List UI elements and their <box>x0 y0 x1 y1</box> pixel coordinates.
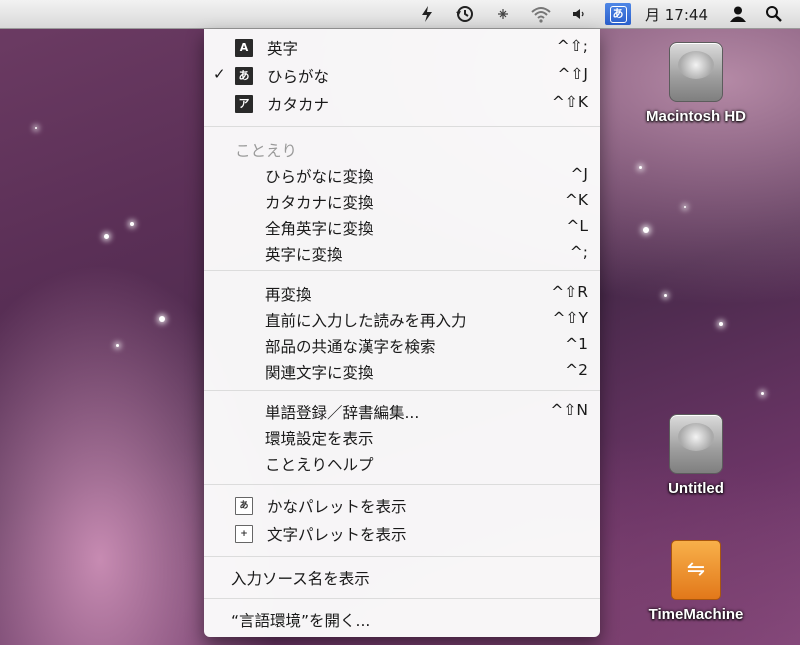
menu-item-label: ひらがなに変換 <box>265 168 374 186</box>
hiragana-mode-icon: あ <box>235 67 253 85</box>
menu-item-label: ことえりヘルプ <box>265 456 374 474</box>
katakana-mode-icon: ア <box>235 95 253 113</box>
wallpaper-star <box>35 127 37 129</box>
menu-item-shortcut: ^; <box>569 243 588 261</box>
menu-separator <box>204 390 600 391</box>
wallpaper-star <box>639 166 642 169</box>
menu-item-shortcut: ^1 <box>565 335 588 353</box>
menu-item-label: かなパレットを表示 <box>267 498 407 516</box>
menu-item-shortcut: ^K <box>564 191 588 209</box>
wallpaper-star <box>643 227 649 233</box>
wallpaper-star <box>130 222 134 226</box>
menu-item-convert-eiji[interactable]: 英字に変換 ^; <box>204 240 600 266</box>
menu-item-word-register[interactable]: 単語登録／辞書編集... ^⇧N <box>204 398 600 424</box>
hard-drive-icon <box>669 414 723 474</box>
menubar-clock[interactable]: 月 17:44 <box>645 4 708 25</box>
desktop-icon-untitled[interactable]: Untitled <box>631 414 761 497</box>
menu-item-character-palette[interactable]: + 文字パレットを表示 <box>204 520 600 546</box>
wallpaper-star <box>159 316 165 322</box>
menu-item-label: 英字 <box>267 40 299 58</box>
menu-item-label: カタカナに変換 <box>265 194 374 212</box>
menu-item-search-kanji-parts[interactable]: 部品の共通な漢字を検索 ^1 <box>204 332 600 358</box>
volume-icon[interactable] <box>565 3 593 25</box>
menu-item-label: “言語環境”を開く... <box>231 612 371 630</box>
menu-item-kana-palette[interactable]: あ かなパレットを表示 <box>204 492 600 518</box>
menu-item-katakana[interactable]: ア カタカナ ^⇧K <box>204 90 600 116</box>
menu-section-title: ことえり <box>204 136 600 162</box>
character-palette-icon: + <box>235 525 253 543</box>
menu-item-shortcut: ^⇧J <box>557 65 588 83</box>
menu-item-convert-zenkaku-eiji[interactable]: 全角英字に変換 ^L <box>204 214 600 240</box>
wallpaper-star <box>761 392 764 395</box>
wallpaper-star <box>664 294 667 297</box>
usb-drive-icon: ⇋ <box>671 540 721 600</box>
menu-item-shortcut: ^⇧Y <box>552 309 588 327</box>
menu-item-open-language-prefs[interactable]: “言語環境”を開く... <box>204 606 600 632</box>
checkmark-icon: ✓ <box>213 65 226 83</box>
menu-item-label: 部品の共通な漢字を検索 <box>265 338 436 356</box>
wallpaper-star <box>116 344 119 347</box>
wallpaper-star <box>684 206 686 208</box>
menu-separator <box>204 270 600 271</box>
menu-item-related-chars[interactable]: 関連文字に変換 ^2 <box>204 358 600 384</box>
menu-item-label: 英字に変換 <box>265 246 343 264</box>
menu-item-label: カタカナ <box>267 96 330 114</box>
menu-item-reconvert[interactable]: 再変換 ^⇧R <box>204 280 600 306</box>
menu-item-shortcut: ^2 <box>565 361 588 379</box>
menu-item-shortcut: ^J <box>570 165 588 183</box>
input-method-icon: あ <box>609 5 627 23</box>
menu-separator <box>204 598 600 599</box>
menu-item-label: 関連文字に変換 <box>265 364 374 382</box>
menu-item-convert-katakana[interactable]: カタカナに変換 ^K <box>204 188 600 214</box>
desktop-icon-timemachine[interactable]: ⇋ TimeMachine <box>631 540 761 623</box>
wifi-icon[interactable] <box>527 3 555 25</box>
menu-item-reinput-reading[interactable]: 直前に入力した読みを再入力 ^⇧Y <box>204 306 600 332</box>
hard-drive-icon <box>669 42 723 102</box>
menu-item-kotoeri-help[interactable]: ことえりヘルプ <box>204 450 600 476</box>
menu-item-shortcut: ^⇧K <box>551 93 588 111</box>
menu-item-show-source-name[interactable]: 入力ソース名を表示 <box>204 564 600 590</box>
eiji-mode-icon: A <box>235 39 253 57</box>
menu-item-label: 全角英字に変換 <box>265 220 374 238</box>
menu-item-shortcut: ^⇧; <box>556 37 588 55</box>
time-machine-icon[interactable] <box>451 3 479 25</box>
menu-item-label: 単語登録／辞書編集... <box>265 404 420 422</box>
menu-item-label: 入力ソース名を表示 <box>231 570 370 588</box>
section-title-label: ことえり <box>235 142 298 160</box>
menu-item-eiji[interactable]: A 英字 ^⇧; <box>204 34 600 60</box>
user-icon[interactable] <box>724 3 752 25</box>
wallpaper-star <box>719 322 723 326</box>
menu-item-label: 文字パレットを表示 <box>267 526 407 544</box>
menu-bar: あ 月 17:44 <box>0 0 800 29</box>
menu-separator <box>204 126 600 127</box>
menu-item-hiragana[interactable]: ✓ あ ひらがな ^⇧J <box>204 62 600 88</box>
menu-item-shortcut: ^⇧R <box>551 283 588 301</box>
input-menu-dropdown: A 英字 ^⇧; ✓ あ ひらがな ^⇧J ア カタカナ ^⇧K ことえり ひら… <box>204 29 600 637</box>
menu-item-label: ひらがな <box>267 68 330 86</box>
menu-item-shortcut: ^L <box>566 217 588 235</box>
wallpaper-star <box>104 234 109 239</box>
desktop-icon-label: TimeMachine <box>648 606 744 623</box>
menu-separator <box>204 484 600 485</box>
menu-item-convert-hiragana[interactable]: ひらがなに変換 ^J <box>204 162 600 188</box>
spotlight-search-icon[interactable] <box>760 3 788 25</box>
input-method-menu[interactable]: あ <box>605 3 631 25</box>
desktop-icon-macintosh-hd[interactable]: Macintosh HD <box>631 42 761 125</box>
menu-item-label: 再変換 <box>265 286 312 304</box>
menu-item-label: 直前に入力した読みを再入力 <box>265 312 467 330</box>
kana-palette-icon: あ <box>235 497 253 515</box>
desktop-icon-label: Untitled <box>668 480 724 497</box>
menu-item-show-preferences[interactable]: 環境設定を表示 <box>204 424 600 450</box>
menu-item-label: 環境設定を表示 <box>265 430 374 448</box>
menu-separator <box>204 556 600 557</box>
scripts-icon[interactable] <box>413 3 441 25</box>
desktop-icon-label: Macintosh HD <box>645 108 746 125</box>
bluetooth-icon[interactable] <box>489 3 517 25</box>
menu-item-shortcut: ^⇧N <box>550 401 588 419</box>
